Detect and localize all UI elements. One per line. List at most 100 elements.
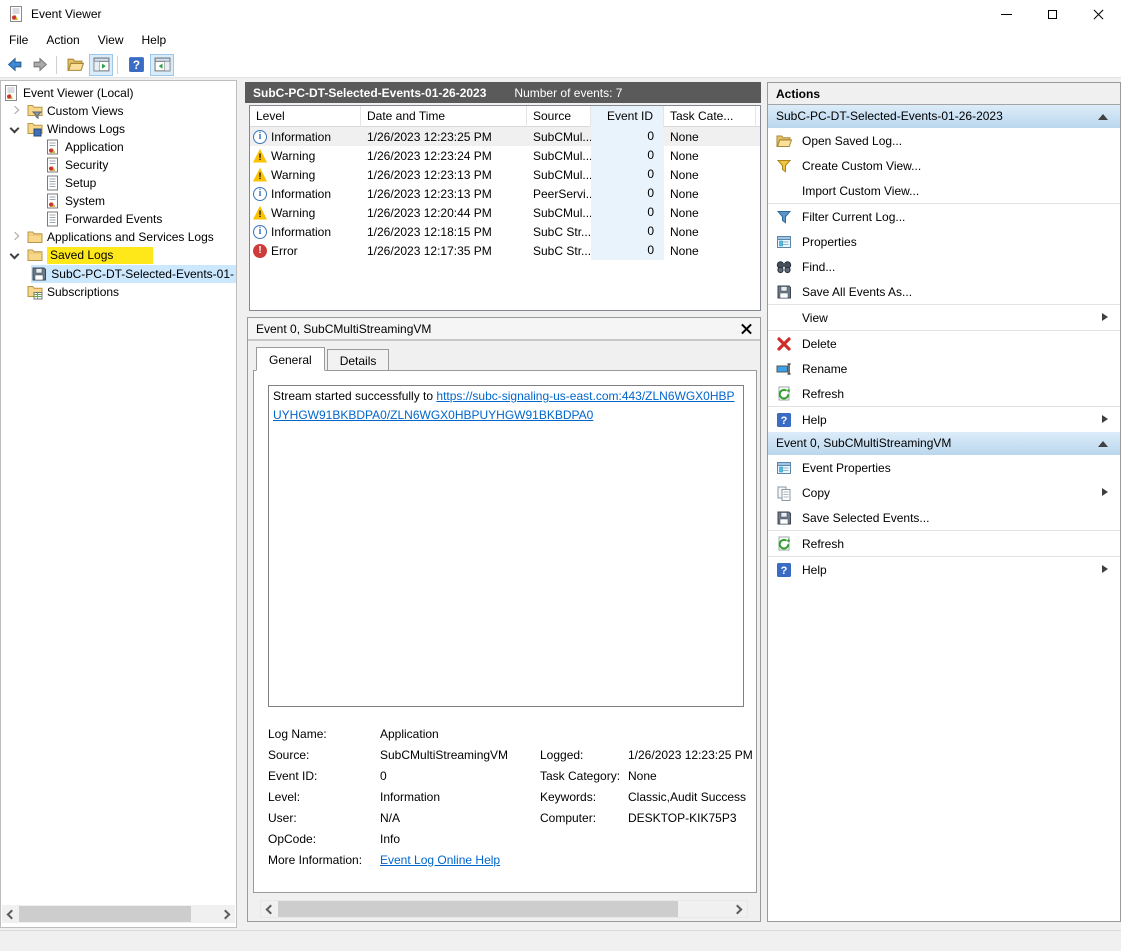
- action-event-properties[interactable]: Event Properties: [768, 455, 1120, 480]
- action-label: Event Properties: [802, 461, 891, 475]
- column-header-event-id[interactable]: Event ID: [591, 106, 664, 127]
- tab-details[interactable]: Details: [327, 349, 390, 371]
- event-row[interactable]: Warning 1/26/2023 12:23:13 PM SubCMul...…: [250, 165, 760, 184]
- tree-item-windows-logs[interactable]: Windows Logs: [1, 120, 236, 138]
- tree-item-label: Applications and Services Logs: [47, 230, 214, 244]
- event-log-online-help-link[interactable]: Event Log Online Help: [380, 853, 540, 867]
- tree-selection: SubC-PC-DT-Selected-Events-01-: [31, 265, 236, 283]
- event-count: Number of events: 7: [514, 86, 622, 100]
- action-delete[interactable]: Delete: [768, 331, 1120, 356]
- tree-item-system[interactable]: System: [1, 192, 236, 210]
- event-row[interactable]: Error 1/26/2023 12:17:35 PM SubC Str... …: [250, 241, 760, 260]
- back-button[interactable]: [2, 54, 26, 76]
- column-header-datetime[interactable]: Date and Time: [361, 106, 527, 127]
- binoculars-icon: [776, 259, 792, 275]
- close-button[interactable]: [1075, 0, 1121, 28]
- event-row[interactable]: Information 1/26/2023 12:23:25 PM SubCMu…: [250, 127, 760, 146]
- submenu-arrow-icon: [1102, 565, 1108, 573]
- action-copy[interactable]: Copy: [768, 480, 1120, 505]
- show-action-pane-icon: [154, 56, 171, 73]
- tree-item-applications-and-services-logs[interactable]: Applications and Services Logs: [1, 228, 236, 246]
- action-save-all-events-as[interactable]: Save All Events As...: [768, 279, 1120, 304]
- event-row[interactable]: Warning 1/26/2023 12:20:44 PM SubCMul...…: [250, 203, 760, 222]
- actions-section-header-log[interactable]: SubC-PC-DT-Selected-Events-01-26-2023: [768, 105, 1120, 128]
- show-action-pane-button[interactable]: [150, 54, 174, 76]
- help-icon: [776, 562, 792, 578]
- tree-item-saved-logs[interactable]: Saved Logs: [1, 246, 236, 264]
- action-import-custom-view[interactable]: Import Custom View...: [768, 178, 1120, 203]
- tree-item-application[interactable]: Application: [1, 138, 236, 156]
- tree-item-label: Subscriptions: [47, 285, 119, 299]
- information-icon: [253, 225, 267, 239]
- expander-collapsed-icon[interactable]: [11, 107, 19, 115]
- scroll-right-icon[interactable]: [730, 900, 747, 918]
- column-header-source[interactable]: Source: [527, 106, 591, 127]
- event-row[interactable]: Information 1/26/2023 12:23:13 PM PeerSe…: [250, 184, 760, 203]
- field-label: Computer:: [540, 811, 628, 825]
- tree-item-forwarded-events[interactable]: Forwarded Events: [1, 210, 236, 228]
- action-view[interactable]: View: [768, 305, 1120, 330]
- column-header-level[interactable]: Level: [250, 106, 361, 127]
- scroll-left-icon[interactable]: [2, 905, 19, 923]
- menu-file[interactable]: File: [0, 30, 37, 50]
- folder-logs-icon: [27, 121, 43, 137]
- action-label: Save All Events As...: [802, 285, 912, 299]
- general-tab-page: Stream started successfully to https://s…: [253, 370, 757, 893]
- event-detail-pane: Event 0, SubCMultiStreamingVM General De…: [247, 317, 761, 922]
- column-header-task-category[interactable]: Task Cate...: [664, 106, 756, 127]
- scroll-left-icon[interactable]: [261, 900, 278, 918]
- tree-item-label: Event Viewer (Local): [23, 86, 134, 100]
- action-help[interactable]: Help: [768, 407, 1120, 432]
- menu-help[interactable]: Help: [133, 30, 176, 50]
- tree-item-event-viewer-local[interactable]: Event Viewer (Local): [1, 84, 236, 102]
- show-console-tree-button[interactable]: [89, 54, 113, 76]
- forward-button[interactable]: [28, 54, 52, 76]
- scrollbar-track[interactable]: [278, 900, 730, 918]
- tree-item-setup[interactable]: Setup: [1, 174, 236, 192]
- actions-section-header-event[interactable]: Event 0, SubCMultiStreamingVM: [768, 432, 1120, 455]
- folder-icon: [27, 229, 43, 245]
- tree-item-security[interactable]: Security: [1, 156, 236, 174]
- action-rename[interactable]: Rename: [768, 356, 1120, 381]
- source-cell: SubCMul...: [527, 206, 591, 220]
- help-icon: [776, 412, 792, 428]
- minimize-button[interactable]: [983, 0, 1029, 28]
- menu-action[interactable]: Action: [37, 30, 88, 50]
- action-find[interactable]: Find...: [768, 254, 1120, 279]
- expander-expanded-icon[interactable]: [11, 251, 19, 259]
- event-row[interactable]: Warning 1/26/2023 12:23:24 PM SubCMul...…: [250, 146, 760, 165]
- scroll-right-icon[interactable]: [218, 905, 235, 923]
- tree-item-label: Security: [65, 158, 108, 172]
- scrollbar-thumb[interactable]: [278, 901, 678, 917]
- tree-horizontal-scrollbar[interactable]: [2, 905, 235, 923]
- scrollbar-track[interactable]: [19, 905, 218, 923]
- datetime-cell: 1/26/2023 12:23:13 PM: [361, 168, 527, 182]
- tree-item-custom-views[interactable]: Custom Views: [1, 102, 236, 120]
- action-help-event[interactable]: Help: [768, 557, 1120, 582]
- tree-item-subscriptions[interactable]: Subscriptions: [1, 283, 236, 301]
- detail-horizontal-scrollbar[interactable]: [260, 900, 748, 918]
- field-label: Level:: [268, 790, 380, 804]
- help-button[interactable]: [124, 54, 148, 76]
- menu-view[interactable]: View: [89, 30, 133, 50]
- show-console-tree-icon: [93, 56, 110, 73]
- open-saved-log-button[interactable]: [63, 54, 87, 76]
- action-save-selected-events[interactable]: Save Selected Events...: [768, 505, 1120, 530]
- expander-collapsed-icon[interactable]: [11, 233, 19, 241]
- action-create-custom-view[interactable]: Create Custom View...: [768, 153, 1120, 178]
- close-preview-icon[interactable]: [741, 323, 752, 334]
- event-detail-header: Event 0, SubCMultiStreamingVM: [248, 318, 760, 341]
- action-filter-current-log[interactable]: Filter Current Log...: [768, 204, 1120, 229]
- tab-general[interactable]: General: [256, 347, 325, 371]
- scrollbar-thumb[interactable]: [19, 906, 191, 922]
- field-value: 1/26/2023 12:23:25 PM: [628, 748, 753, 762]
- maximize-button[interactable]: [1029, 0, 1075, 28]
- window-title: Event Viewer: [31, 7, 101, 21]
- action-refresh-event[interactable]: Refresh: [768, 531, 1120, 556]
- action-properties[interactable]: Properties: [768, 229, 1120, 254]
- expander-expanded-icon[interactable]: [11, 125, 19, 133]
- tree-item-saved-log-file[interactable]: SubC-PC-DT-Selected-Events-01-: [1, 265, 236, 283]
- action-refresh[interactable]: Refresh: [768, 381, 1120, 406]
- event-row[interactable]: Information 1/26/2023 12:18:15 PM SubC S…: [250, 222, 760, 241]
- action-open-saved-log[interactable]: Open Saved Log...: [768, 128, 1120, 153]
